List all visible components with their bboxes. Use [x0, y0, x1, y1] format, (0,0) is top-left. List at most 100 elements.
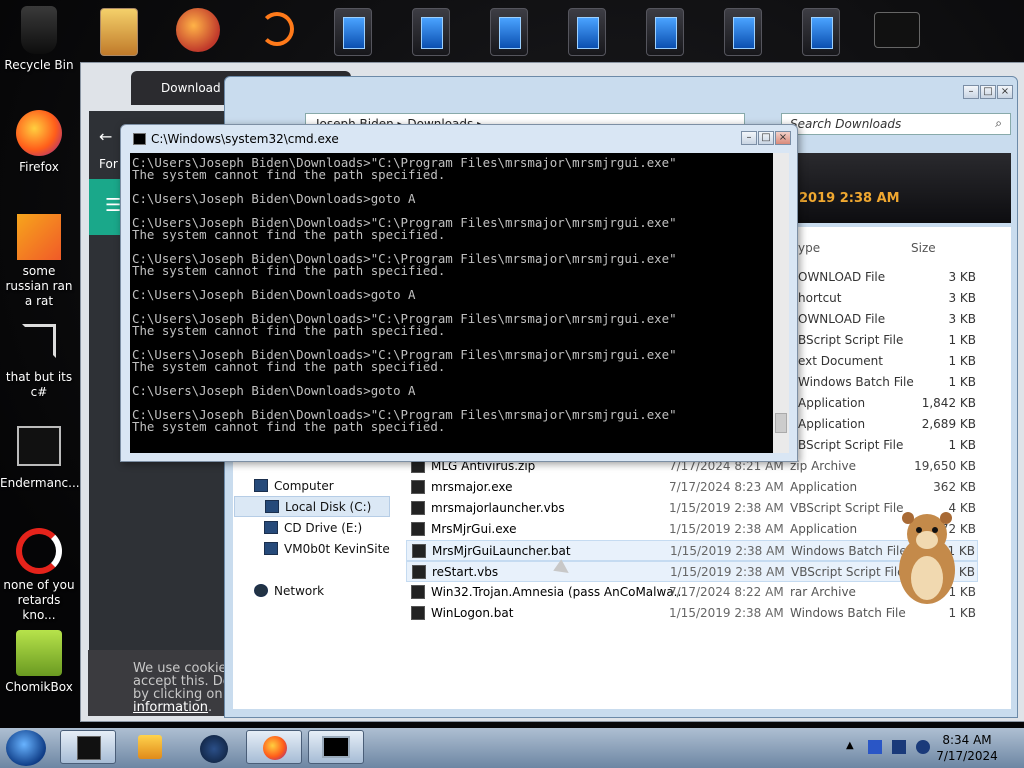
tree-cd-drive[interactable]: CD Drive (E:): [264, 521, 362, 535]
russian-app-icon: [17, 214, 61, 260]
dock-window-6[interactable]: [724, 8, 762, 56]
desktop-icon-chomikbox[interactable]: ChomikBox: [0, 630, 78, 695]
file-type: VBScript Script File: [791, 565, 905, 579]
tree-network-drive[interactable]: VM0b0t KevinSite: [264, 542, 390, 556]
network-icon: [254, 584, 268, 597]
cmd-scrollbar[interactable]: [773, 153, 789, 453]
taskbar-globe[interactable]: [184, 730, 240, 764]
cmd-window[interactable]: C:\Windows\system32\cmd.exe – □ × C:\Use…: [120, 124, 798, 462]
dock-window-2[interactable]: [412, 8, 450, 56]
partial-row-size: 1 KB: [948, 375, 976, 389]
partial-row-type: Application: [798, 417, 866, 431]
desktop-icon-csharp[interactable]: that but its c#: [0, 320, 78, 400]
dock-window-4[interactable]: [568, 8, 606, 56]
taskbar-media-player[interactable]: [122, 730, 178, 764]
tray-expand-icon[interactable]: ▲: [846, 740, 854, 751]
cmd-title: C:\Windows\system32\cmd.exe: [151, 132, 339, 146]
file-type: Application: [790, 480, 858, 494]
back-arrow-icon[interactable]: ←: [99, 127, 112, 146]
column-header-type[interactable]: ype: [798, 241, 820, 255]
hamster-image: [899, 512, 955, 604]
taskbar-folder[interactable]: [60, 730, 116, 764]
taskbar-cmd[interactable]: [308, 730, 364, 764]
cmd-close-button[interactable]: ×: [775, 131, 791, 145]
network-drive-icon: [264, 542, 278, 555]
file-date: 7/17/2024 8:23 AM: [669, 480, 784, 494]
dock-window-3[interactable]: [490, 8, 528, 56]
partial-row-size: 3 KB: [948, 270, 976, 284]
search-input[interactable]: Search Downloads ⌕: [781, 113, 1011, 135]
column-header-size[interactable]: Size: [911, 241, 936, 255]
file-name: MrsMjrGuiLauncher.bat: [432, 544, 571, 558]
file-date: 1/15/2019 2:38 AM: [669, 501, 784, 515]
desktop-icon-endermanch[interactable]: Endermanc...: [0, 426, 80, 491]
file-icon: [411, 480, 425, 494]
dock-list-icon[interactable]: [874, 12, 920, 48]
file-icon: [411, 501, 425, 515]
dock-window-1[interactable]: [334, 8, 372, 56]
top-dock: [86, 4, 1024, 60]
desktop-icon-recycle-bin[interactable]: Recycle Bin: [0, 6, 78, 73]
clock-date: 7/17/2024: [936, 749, 998, 763]
file-name: MrsMjrGui.exe: [431, 522, 517, 536]
dock-window-5[interactable]: [646, 8, 684, 56]
cmd-maximize-button[interactable]: □: [758, 131, 774, 145]
file-type: rar Archive: [790, 585, 856, 599]
file-type: Windows Batch File: [791, 544, 907, 558]
browser-tab-title: Download K: [161, 81, 233, 95]
search-icon[interactable]: ⌕: [995, 116, 1002, 131]
orange-dock-icon[interactable]: [260, 12, 294, 46]
drive-icon: [265, 500, 279, 513]
cookie-information-link[interactable]: information: [133, 700, 208, 715]
tree-computer[interactable]: Computer: [254, 479, 334, 493]
minimize-button[interactable]: –: [963, 85, 979, 99]
scrollbar-thumb[interactable]: [775, 413, 787, 433]
start-button[interactable]: [6, 730, 46, 766]
network-tray-icon[interactable]: [892, 740, 906, 754]
tree-label: VM0b0t KevinSite: [284, 542, 390, 556]
cmd-minimize-button[interactable]: –: [741, 131, 757, 145]
desktop-icon-label: ChomikBox: [5, 680, 73, 694]
cmd-icon: [322, 736, 350, 758]
cmd-icon: [133, 133, 146, 145]
file-type: Windows Batch File: [790, 606, 906, 620]
desktop-icon-red-swirl[interactable]: none of you retards kno...: [0, 528, 78, 623]
partial-row-size: 1 KB: [948, 438, 976, 452]
tray-app-icon[interactable]: [868, 740, 882, 754]
file-icon: [412, 544, 426, 558]
tree-network[interactable]: Network: [254, 584, 325, 598]
desktop-icon-firefox[interactable]: Firefox: [0, 110, 78, 175]
file-type: VBScript Script File: [790, 501, 904, 515]
tree-local-disk-selected[interactable]: Local Disk (C:): [234, 496, 390, 517]
media-player-icon: [138, 735, 162, 759]
tree-label: Network: [274, 584, 325, 598]
red-swirl-icon: [16, 528, 62, 574]
console-text: C:\Users\Joseph Biden\Downloads>"C:\Prog…: [132, 155, 677, 434]
dock-window-7[interactable]: [802, 8, 840, 56]
file-size: 362 KB: [933, 480, 976, 494]
maximize-button[interactable]: □: [980, 85, 996, 99]
menu-icon[interactable]: ☰: [105, 195, 121, 216]
date-banner: 2019 2:38 AM: [799, 191, 900, 206]
firefox-dock-icon[interactable]: [176, 8, 220, 52]
partial-row-size: 3 KB: [948, 291, 976, 305]
file-name: mrsmajor.exe: [431, 480, 513, 494]
desktop-icon-russian-rat[interactable]: some russian ran a rat: [0, 214, 78, 309]
partial-row-size: 1 KB: [948, 354, 976, 368]
search-placeholder: Search Downloads: [790, 117, 902, 131]
console-output[interactable]: C:\Users\Joseph Biden\Downloads>"C:\Prog…: [130, 153, 773, 453]
file-row[interactable]: mrsmajor.exe 7/17/2024 8:23 AM Application…: [406, 477, 978, 498]
volume-tray-icon[interactable]: [916, 740, 930, 754]
partial-row-type: BScript Script File: [798, 438, 904, 452]
taskbar: ▲ 8:34 AM 7/17/2024: [0, 728, 1024, 768]
partial-row-size: 1,842 KB: [921, 396, 976, 410]
desktop-icon-label: Recycle Bin: [4, 58, 74, 72]
firefox-icon: [263, 736, 287, 760]
clock-time: 8:34 AM: [942, 733, 992, 747]
partial-row-type: OWNLOAD File: [798, 270, 886, 284]
system-clock[interactable]: 8:34 AM 7/17/2024: [932, 732, 1002, 764]
taskbar-firefox[interactable]: [246, 730, 302, 764]
globe-icon: [200, 735, 228, 763]
close-button[interactable]: ×: [997, 85, 1013, 99]
file-icon: [412, 565, 426, 579]
